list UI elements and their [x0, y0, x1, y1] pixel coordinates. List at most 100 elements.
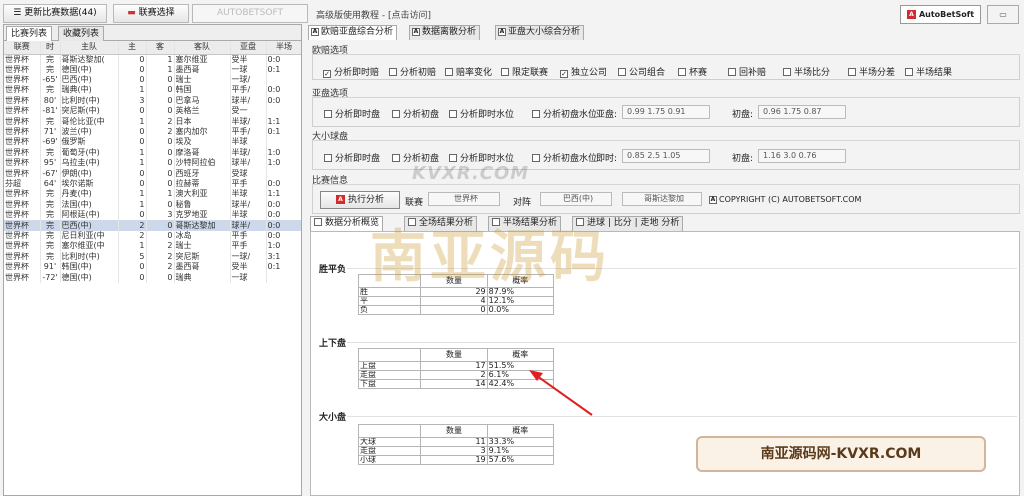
tab-odds-analysis[interactable]: A 欧赔亚盘综合分析 — [308, 25, 398, 40]
tab-favorites[interactable]: 收藏列表 — [58, 26, 105, 41]
checkbox-icon — [314, 218, 322, 226]
asian-checkbox[interactable]: 分析即时盘 — [324, 107, 380, 120]
table-cell: 完 — [40, 189, 61, 200]
table-row[interactable]: 世界杯完巴西(中) 2 0 哥斯达黎加 球半/0:0 — [4, 220, 301, 231]
asian-checkbox[interactable]: 分析即时水位 — [449, 107, 514, 120]
restore-icon[interactable]: ▭ — [987, 5, 1019, 24]
checkbox-icon — [324, 154, 332, 162]
table-row[interactable]: 世界杯完丹麦(中) 1 1 澳大利亚 半球 1:1 — [4, 189, 301, 200]
table-cell: 巴拿马 — [174, 95, 231, 107]
table-cell: 0 — [146, 85, 175, 96]
table-row[interactable]: 世界杯完比利时(中) 5 2 突尼斯 一球/3:1 — [4, 251, 301, 262]
ou-initial-field: 1.16 3.0 0.76 — [758, 149, 846, 163]
checkbox-label: 分析即时赔 — [334, 68, 380, 78]
table-cell: 哥斯达黎加( — [60, 54, 119, 65]
table-row[interactable]: 世界杯完德国(中) 0 1 墨西哥 一球 0:1 — [4, 64, 301, 75]
asian-initial-field: 0.96 1.75 0.87 — [758, 105, 846, 119]
odds-checkbox[interactable]: 限定联赛 — [501, 65, 548, 78]
table-row[interactable]: 世界杯完葡萄牙(中) 1 0 摩洛哥 半球/1:0 — [4, 147, 301, 159]
odds-checkbox[interactable]: 公司组合 — [618, 65, 665, 78]
table-cell: 一球 — [230, 272, 267, 283]
tab-dispersion-analysis[interactable]: A 数据离散分析 — [409, 25, 481, 40]
table-cell: 世界杯 — [4, 251, 41, 262]
checkbox-label: 分析初盘 — [403, 110, 440, 120]
table-row[interactable]: 世界杯 -65' 巴西(中) 0 0 瑞士 一球/ — [4, 74, 301, 86]
table-cell — [266, 168, 301, 179]
table-cell: 一球/ — [230, 251, 267, 262]
odds-checkbox[interactable]: 分析初赔 — [389, 65, 436, 78]
odds-checkbox[interactable]: ✓ 独立公司 — [560, 65, 607, 78]
table-row[interactable]: 世界杯 -67' 伊朗(中) 0 0 西班牙 受球 — [4, 168, 301, 179]
table-cell: 阿根廷(中) — [60, 209, 119, 221]
checkbox-label: 分析初赔 — [400, 68, 437, 78]
update-data-button[interactable]: ☰ 更新比赛数据(44) — [3, 4, 107, 23]
table-cell: 波兰(中) — [60, 126, 119, 138]
table-header: 联赛时主队主客客队 亚盘 半场 — [4, 41, 301, 55]
table-row[interactable]: 世界杯完瑞典(中) 1 0 韩国 平手/0:0 — [4, 85, 301, 96]
tab-match-list[interactable]: 比赛列表 — [6, 26, 53, 41]
table-cell: 1:1 — [266, 189, 301, 200]
table-cell: 乌拉圭(中) — [60, 158, 119, 169]
list-icon: ☰ — [13, 8, 25, 18]
table-cell: 完 — [40, 85, 61, 96]
table-cell: 世界杯 — [4, 54, 41, 65]
odds-checkbox[interactable]: 赔率变化 — [445, 65, 492, 78]
table-row[interactable]: 世界杯完哥伦比亚(中 1 2 日本 半球/1:1 — [4, 116, 301, 127]
table-cell: 哥斯达黎加 — [174, 220, 231, 231]
watermark-large: 南亚源码 — [370, 225, 610, 290]
table-row[interactable]: 世界杯完阿根廷(中) 0 3 克罗地亚 半球 0:0 — [4, 209, 301, 221]
ou-checkbox[interactable]: 分析初盘水位 — [532, 151, 597, 164]
table-cell: 球半/ — [230, 220, 267, 231]
odds-checkbox[interactable]: 半场分差 — [848, 65, 895, 78]
table-row[interactable]: 世界杯 91' 韩国(中) 0 2 墨西哥 受半 0:1 — [4, 261, 301, 273]
table-cell: 沙特阿拉伯 — [174, 158, 231, 169]
table-cell: 完 — [40, 209, 61, 221]
asian-checkbox[interactable]: 分析初盘水位 — [532, 107, 597, 120]
table-row[interactable]: 世界杯 -72' 德国(中) 0 0 瑞典 一球 — [4, 272, 301, 283]
a-icon: A — [311, 27, 319, 36]
table-cell: 半球/ — [230, 116, 267, 127]
a-icon: A — [335, 195, 345, 204]
table-row[interactable]: 世界杯 95' 乌拉圭(中) 1 0 沙特阿拉伯 球半/1:0 — [4, 158, 301, 169]
table-cell: 球半/ — [230, 95, 267, 107]
table-cell: 芬超 — [4, 178, 41, 190]
table-row[interactable]: 世界杯完法国(中) 1 0 秘鲁 球半/0:0 — [4, 199, 301, 210]
table-row[interactable]: 世界杯 -69' 俄罗斯 0 0 埃及 半球 — [4, 137, 301, 148]
odds-checkbox[interactable]: 半场结果 — [905, 65, 952, 78]
odds-checkbox[interactable]: 回补赔 — [728, 65, 766, 78]
table-row[interactable]: 世界杯完尼日利亚(中 2 0 冰岛 平手 0:0 — [4, 230, 301, 242]
ou-checkbox[interactable]: 分析即时盘 — [324, 151, 380, 164]
match-list-tabs: 比赛列表 收藏列表 — [4, 25, 301, 41]
table-cell: 冰岛 — [174, 230, 231, 242]
table-cell: 0:0 — [266, 95, 301, 107]
checkbox-label: 限定联赛 — [512, 68, 549, 78]
autobetsoft-logo[interactable]: A AutoBetSoft — [900, 5, 981, 24]
odds-checkbox[interactable]: 杯赛 — [678, 65, 707, 78]
table-cell: 世界杯 — [4, 116, 41, 127]
table-row[interactable]: 世界杯完塞尔维亚(中 1 2 瑞士 平手 1:0 — [4, 241, 301, 252]
table-cell: 比利时(中) — [60, 95, 119, 107]
table-row[interactable]: 世界杯 -81' 突尼斯(中) 0 0 英格兰 受一 — [4, 106, 301, 117]
table-cell — [266, 106, 301, 117]
table-cell: 伊朗(中) — [60, 168, 119, 179]
table-cell: 澳大利亚 — [174, 189, 231, 200]
odds-checkbox[interactable]: ✓ 分析即时赔 — [323, 65, 379, 78]
run-analysis-button[interactable]: A 执行分析 — [320, 191, 400, 209]
odds-checkbox[interactable]: 半场比分 — [783, 65, 830, 78]
table-row[interactable]: 世界杯 80' 比利时(中) 3 0 巴拿马 球半/0:0 — [4, 95, 301, 107]
table-cell: 2 — [146, 241, 175, 252]
tab-asian-ou-analysis[interactable]: A 亚盘大小综合分析 — [495, 25, 585, 40]
table-cell: 2 — [146, 126, 175, 138]
table-cell: 俄罗斯 — [60, 137, 119, 148]
table-row[interactable]: 世界杯 71' 波兰(中) 0 2 塞内加尔 平手/0:1 — [4, 126, 301, 138]
table-row[interactable]: 芬超 64' 埃尔诺斯 0 0 拉赫蒂 平手 0:0 — [4, 178, 301, 190]
table-cell: -67' — [40, 168, 61, 179]
flag-icon: ▬ — [127, 8, 139, 18]
help-link[interactable]: 高级版使用教程 - [点击访问] — [316, 8, 431, 21]
table-cell: 1 — [118, 189, 147, 200]
league-select-button[interactable]: ▬ 联赛选择 — [113, 4, 189, 23]
checkbox-icon — [449, 110, 457, 118]
asian-checkbox[interactable]: 分析初盘 — [392, 107, 439, 120]
autobetsoft-button[interactable]: AUTOBETSOFT — [192, 4, 308, 23]
table-row[interactable]: 世界杯完哥斯达黎加(0 1 塞尔维亚 受半 0:0 — [4, 54, 301, 65]
